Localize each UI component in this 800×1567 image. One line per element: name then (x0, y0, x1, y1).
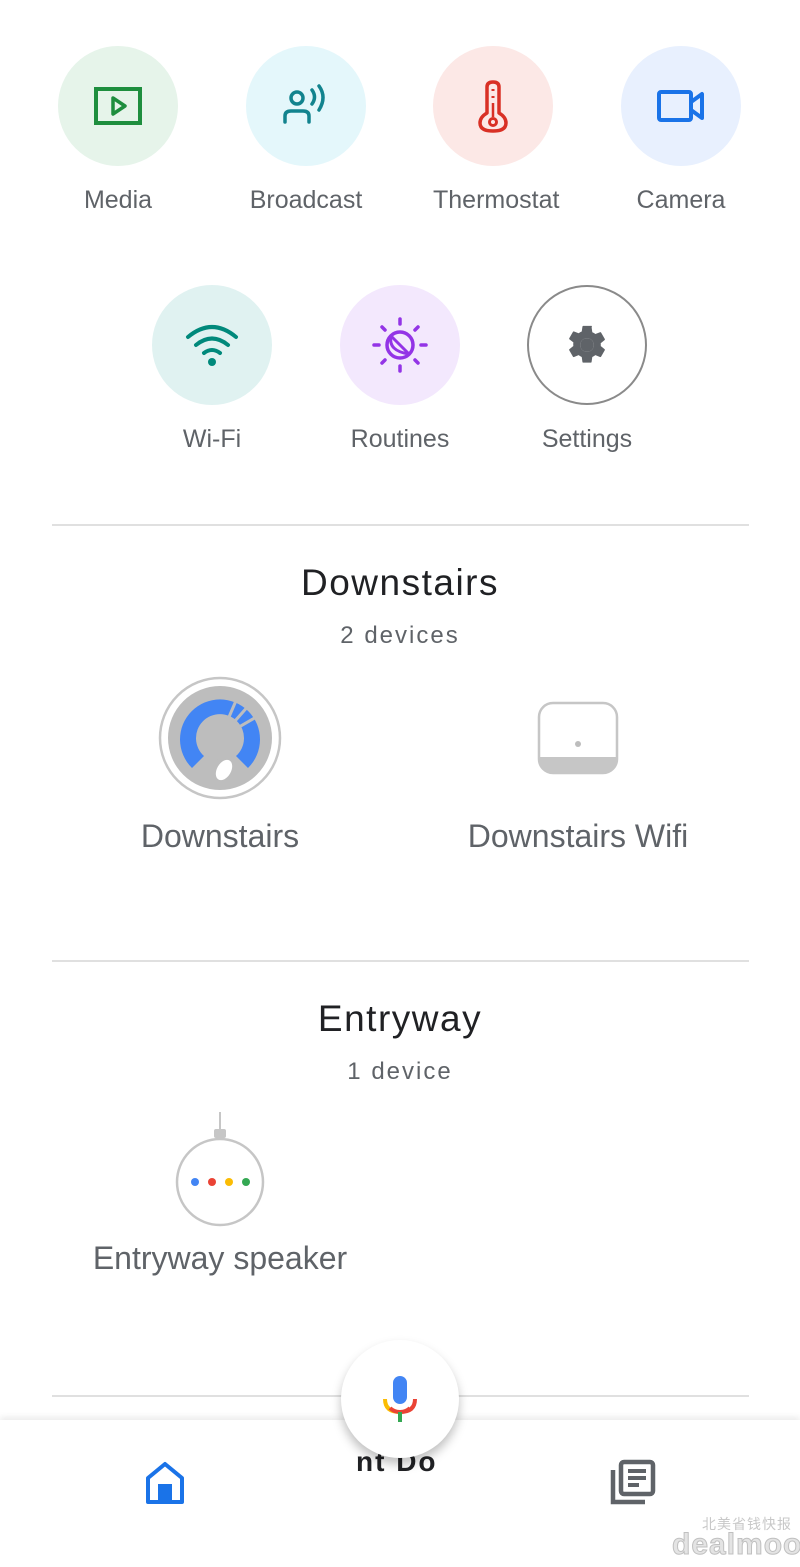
thermostat-action[interactable]: Thermostat (433, 46, 560, 215)
settings-label: Settings (541, 425, 633, 453)
broadcast-label: Broadcast (249, 186, 363, 214)
thermostat-button[interactable] (433, 46, 553, 166)
broadcast-button[interactable] (246, 46, 366, 166)
room-title-entryway[interactable]: Entryway (0, 998, 800, 1040)
routines-button[interactable] (340, 285, 460, 405)
camera-button[interactable] (621, 46, 741, 166)
device-downstairs[interactable]: Downstairs (110, 676, 330, 855)
broadcast-icon (283, 84, 325, 124)
wifi-icon (186, 325, 238, 366)
section-divider (52, 524, 749, 526)
feed-icon (610, 1459, 656, 1505)
routines-action[interactable]: Routines (340, 285, 460, 454)
watermark: 北美省钱快报 dealmoon (650, 1510, 800, 1567)
feed-tab[interactable] (607, 1456, 659, 1508)
home-icon (146, 1462, 184, 1504)
wifi-action[interactable]: Wi-Fi (152, 285, 272, 454)
thermostat-label: Thermostat (433, 186, 560, 214)
thermostat-icon (478, 80, 508, 133)
assistant-mic-button[interactable] (341, 1340, 459, 1458)
room-device-count: 2 devices (340, 622, 460, 649)
settings-icon (569, 325, 605, 363)
device-label: Downstairs Wifi (467, 818, 689, 854)
broadcast-action[interactable]: Broadcast (246, 46, 366, 215)
device-downstairs-wifi[interactable]: Downstairs Wifi (440, 676, 716, 855)
watermark-en: dealmoon (672, 1528, 800, 1562)
room-title-downstairs[interactable]: Downstairs (0, 562, 800, 604)
nest-wifi-router-icon (158, 676, 282, 800)
settings-button[interactable] (527, 285, 647, 405)
routines-label: Routines (350, 425, 450, 453)
media-icon (94, 87, 142, 125)
camera-label: Camera (636, 186, 726, 214)
microphone-icon (383, 1376, 417, 1422)
camera-action[interactable]: Camera (621, 46, 741, 215)
section-divider (52, 960, 749, 962)
device-label: Downstairs (140, 818, 300, 854)
camera-icon (657, 90, 704, 122)
wifi-label: Wi-Fi (182, 425, 242, 453)
settings-action[interactable]: Settings (527, 285, 647, 454)
device-label: Entryway speaker (92, 1240, 348, 1276)
device-entryway-speaker[interactable]: Entryway speaker (70, 1110, 370, 1277)
routines-icon (372, 317, 428, 373)
room-device-count: 1 device (347, 1058, 453, 1085)
media-button[interactable] (58, 46, 178, 166)
media-action[interactable]: Media (58, 46, 178, 215)
home-tab[interactable] (140, 1458, 190, 1508)
google-home-mini-icon (175, 1112, 265, 1227)
media-label: Media (83, 186, 153, 214)
wifi-point-icon (537, 701, 619, 775)
wifi-button[interactable] (152, 285, 272, 405)
